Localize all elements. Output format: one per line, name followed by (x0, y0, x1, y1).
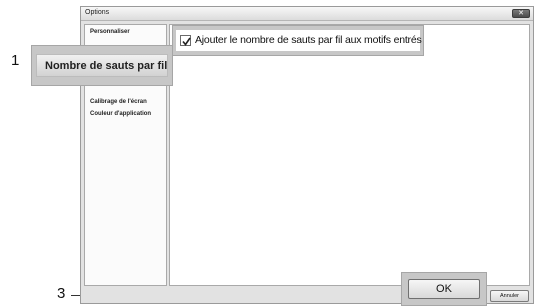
checkbox-zoom-highlight: Ajouter le nombre de sauts par fil aux m… (172, 25, 424, 56)
add-jump-stitch-checkbox[interactable] (180, 35, 191, 46)
ok-button-zoom-highlight: OK (401, 272, 487, 306)
callout-1: 1 (11, 52, 20, 69)
nav-item-nombre-sauts-label: Nombre de sauts par fil (45, 60, 168, 72)
nav-item-couleur-application[interactable]: Couleur d'application (90, 111, 151, 117)
callout-3: 3 (57, 285, 66, 302)
options-content-panel (169, 24, 530, 286)
close-icon: ✕ (518, 9, 524, 17)
cancel-button[interactable]: Annuler (490, 290, 529, 302)
nav-item-personnaliser[interactable]: Personnaliser (90, 29, 130, 35)
nav-item-calibrage-ecran[interactable]: Calibrage de l'écran (90, 99, 147, 105)
window-title: Options (85, 9, 110, 16)
nav-item-zoom-highlight: Nombre de sauts par fil (31, 45, 173, 86)
nav-item-nombre-sauts[interactable]: Nombre de sauts par fil (36, 54, 168, 77)
checkmark-icon (182, 37, 191, 46)
title-bar: Options ✕ (81, 7, 533, 21)
ok-button[interactable]: OK (408, 279, 480, 299)
close-button[interactable]: ✕ (512, 9, 530, 18)
add-jump-stitch-label: Ajouter le nombre de sauts par fil aux m… (195, 34, 422, 46)
jump-stitch-option: Ajouter le nombre de sauts par fil aux m… (176, 30, 422, 51)
